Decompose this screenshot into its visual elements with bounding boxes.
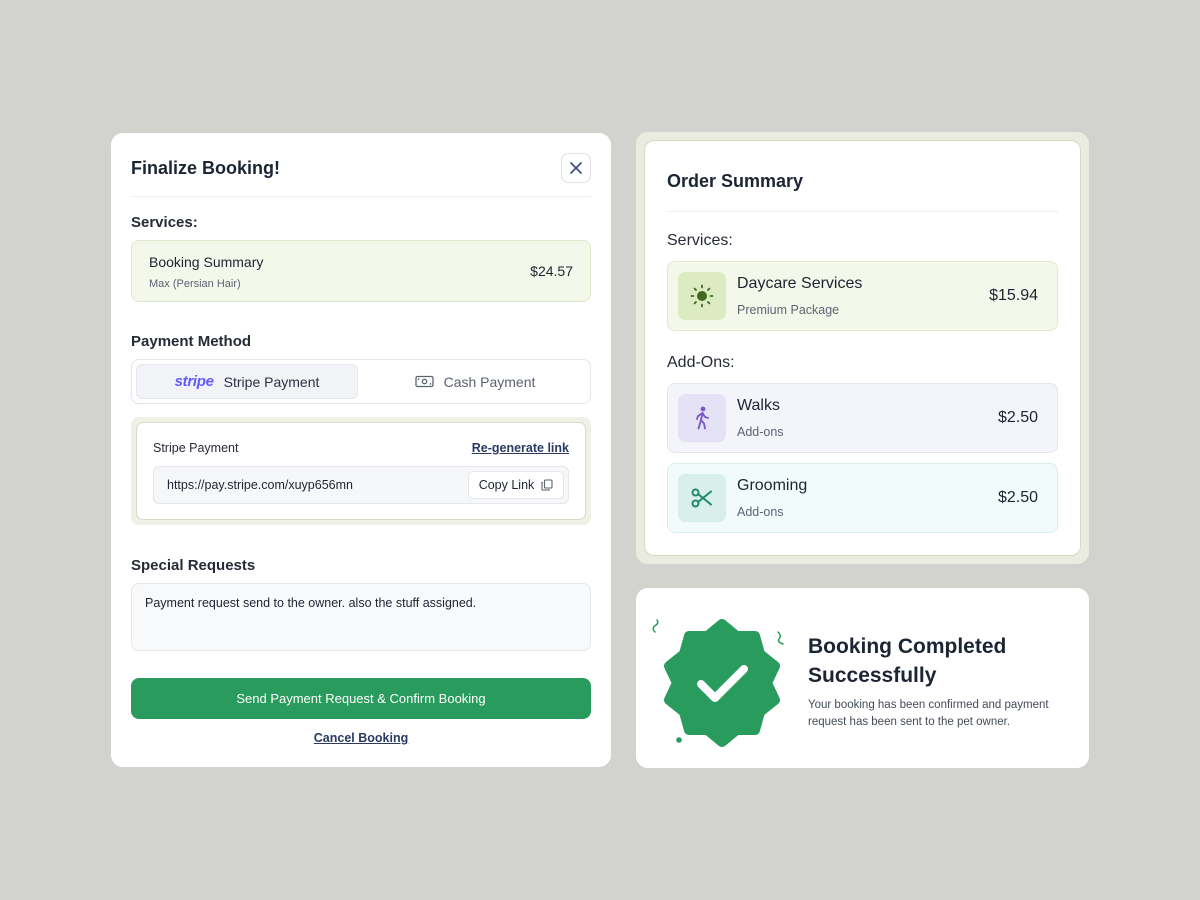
close-icon [570,162,582,174]
cash-icon [414,375,434,388]
order-services-label: Services: [667,232,733,249]
service-name: Booking Summary [149,254,264,270]
booking-title: Finalize Booking! [131,158,281,178]
order-summary-inner: Order Summary Services: Daycare Services… [644,140,1081,556]
services-label: Services: [131,214,198,231]
stripe-payment-inner: Stripe Payment Re-generate link https://… [136,422,586,520]
copy-link-button[interactable]: Copy Link [468,471,564,499]
close-button[interactable] [561,153,591,183]
walks-icon-tile [678,394,726,442]
cancel-booking-link: Cancel Booking [111,731,611,745]
daycare-icon-tile [678,272,726,320]
finalize-booking-card: Finalize Booking! Services: Booking Summ… [111,133,611,767]
order-summary-card: Order Summary Services: Daycare Services… [636,132,1089,564]
regenerate-link[interactable]: Re-generate link [472,441,569,455]
completed-description: Your booking has been confirmed and paym… [808,699,1049,728]
special-requests-textarea[interactable]: Payment request send to the owner. also … [131,583,591,651]
order-item-sub: Add-ons [737,505,784,519]
order-item-sub: Premium Package [737,303,840,317]
order-item-sub: Add-ons [737,425,784,439]
order-item-daycare: Daycare Services Premium Package $15.94 [667,261,1058,331]
success-badge-icon [652,619,784,747]
payment-link-url: https://pay.stripe.com/xuyp656mn [167,478,353,492]
stripe-payment-panel: Stripe Payment Re-generate link https://… [131,417,591,525]
scissors-icon [691,488,712,508]
order-item-name: Grooming [737,477,808,494]
copy-link-label: Copy Link [478,478,535,492]
order-item-price: $15.94 [989,287,1038,304]
service-summary-box: Booking Summary Max (Persian Hair) $24.5… [131,240,591,302]
tab-stripe-payment[interactable]: stripe Stripe Payment [136,364,358,399]
order-item-grooming: Grooming Add-ons $2.50 [667,463,1058,533]
order-addons-label: Add-Ons: [667,354,735,371]
tab-cash-label: Cash Payment [443,373,536,390]
service-price: $24.57 [530,263,573,279]
stripe-logo: stripe [174,373,214,390]
order-summary-divider [667,211,1058,212]
header-divider [131,196,591,197]
order-item-name: Daycare Services [737,275,863,292]
sun-icon [690,284,714,308]
order-item-name: Walks [737,397,780,414]
order-item-price: $2.50 [997,489,1038,506]
tab-stripe-label: Stripe Payment [223,373,320,390]
walking-person-icon [696,406,709,430]
special-requests-label: Special Requests [131,557,256,574]
grooming-icon-tile [678,474,726,522]
service-detail: Max (Persian Hair) [149,278,241,290]
order-item-walks: Walks Add-ons $2.50 [667,383,1058,453]
send-payment-confirm-button[interactable]: Send Payment Request & Confirm Booking [131,678,591,719]
completed-title: Booking Completed Successfully [808,635,1007,687]
copy-icon [541,479,553,491]
payment-method-label: Payment Method [131,333,252,350]
stripe-panel-title: Stripe Payment [153,441,239,455]
booking-completed-card: Booking Completed Successfully Your book… [636,588,1089,768]
tab-cash-payment[interactable]: Cash Payment [364,364,586,399]
payment-method-tabs: stripe Stripe Payment Cash Payment [131,359,591,404]
order-item-price: $2.50 [997,409,1038,426]
payment-link-field[interactable]: https://pay.stripe.com/xuyp656mn Copy Li… [153,466,569,504]
order-summary-title: Order Summary [667,171,804,191]
cancel-booking-label[interactable]: Cancel Booking [314,731,408,745]
